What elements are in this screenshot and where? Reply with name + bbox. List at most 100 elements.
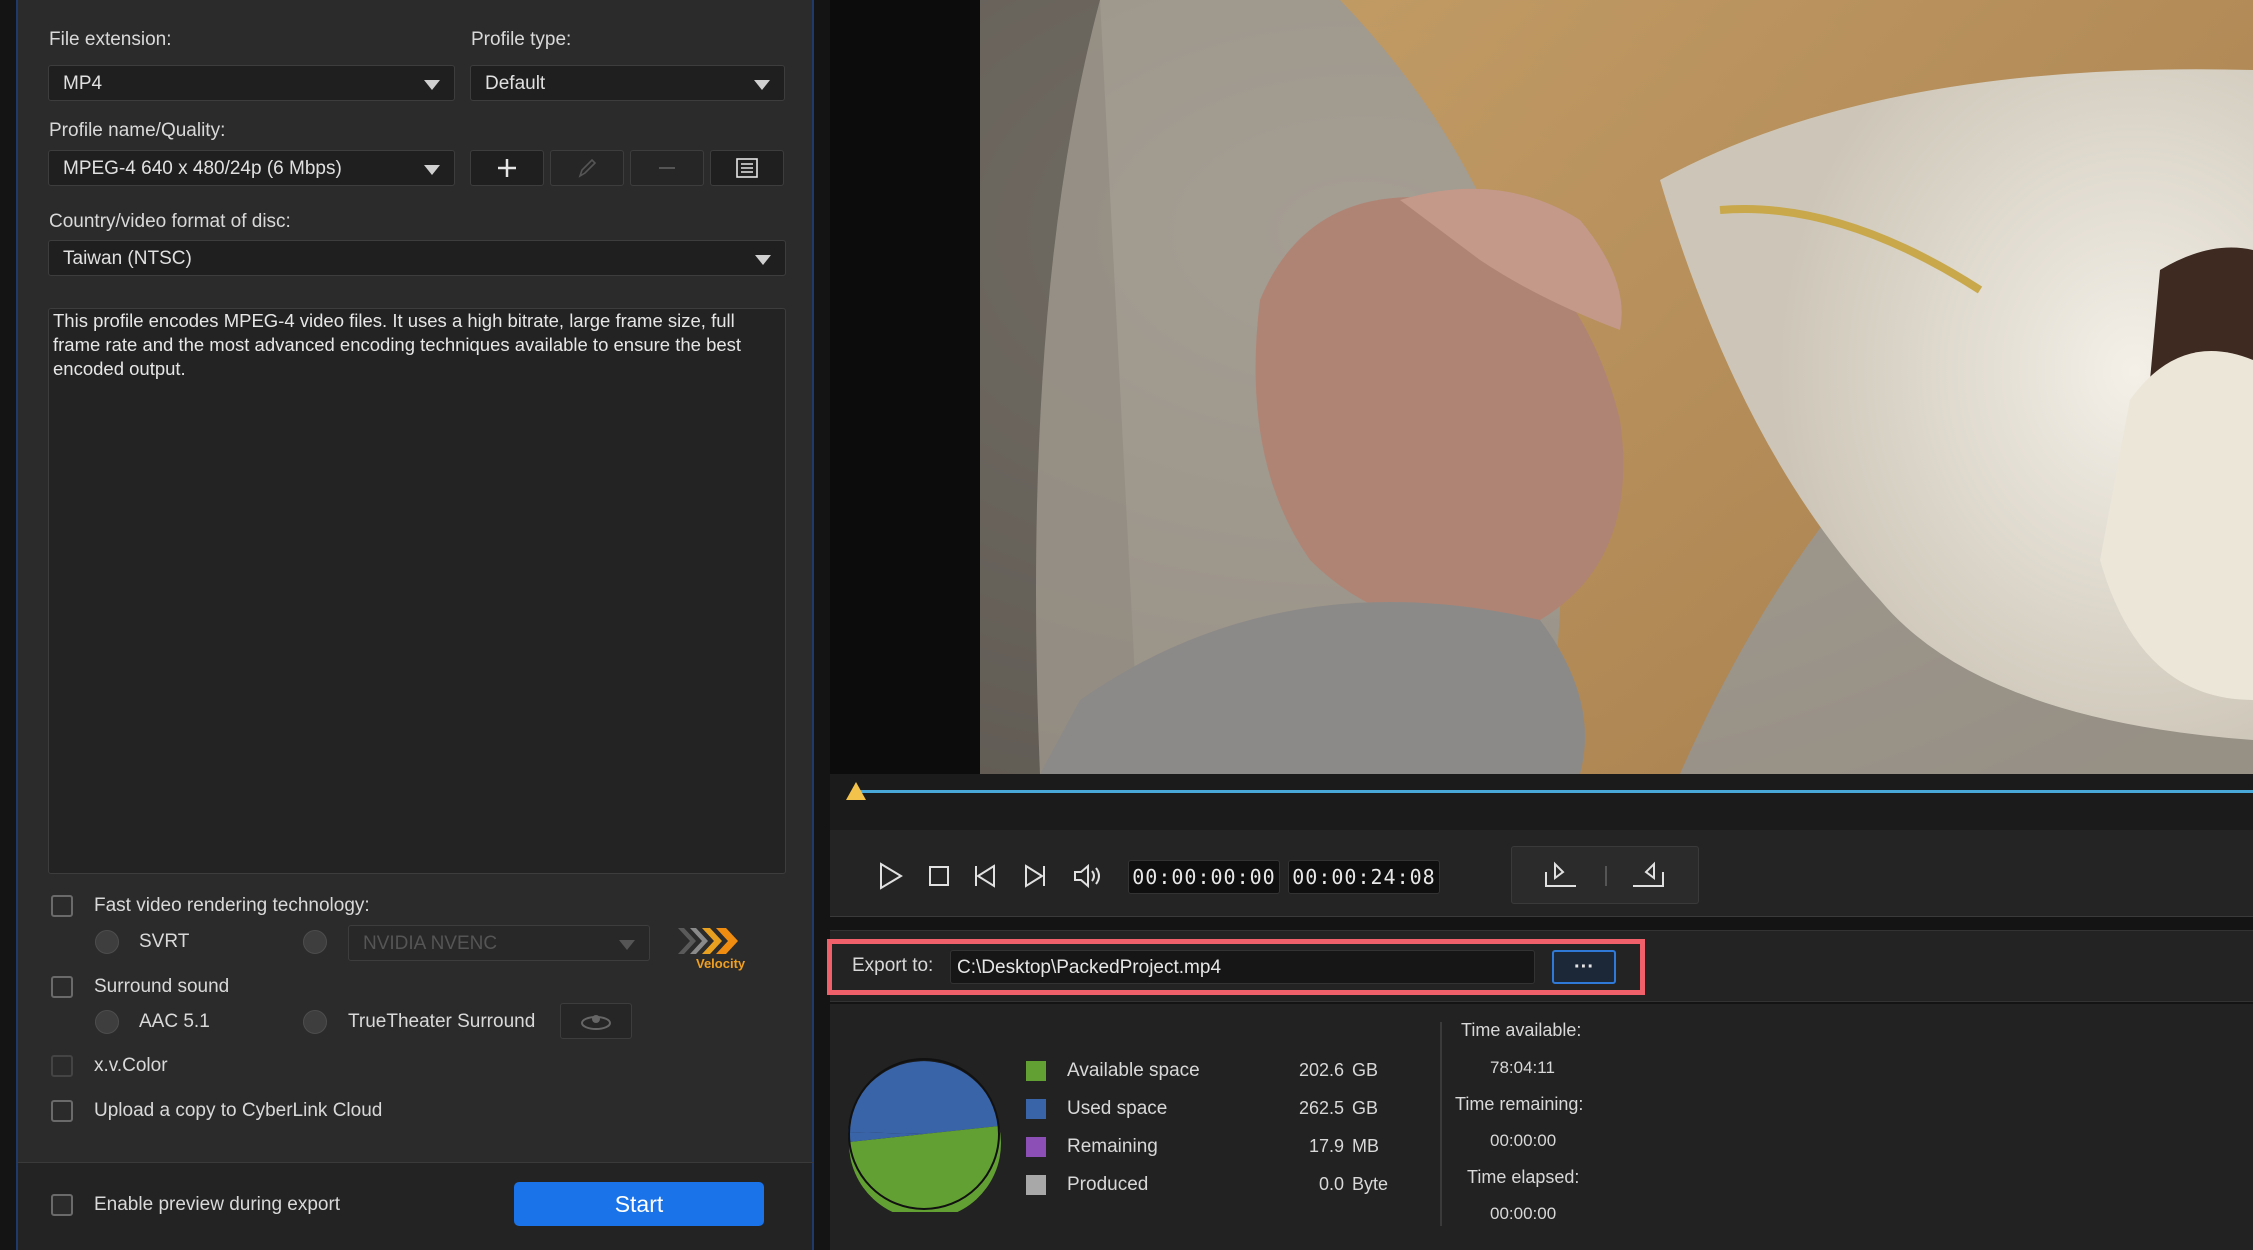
used-space-swatch bbox=[1026, 1099, 1046, 1119]
truetheater-radio[interactable] bbox=[303, 1010, 327, 1034]
profile-name-dropdown[interactable]: MPEG-4 640 x 480/24p (6 Mbps) bbox=[48, 150, 455, 186]
add-profile-button[interactable] bbox=[470, 150, 544, 186]
truetheater-label: TrueTheater Surround bbox=[348, 1011, 536, 1032]
velocity-logo: Velocity bbox=[676, 924, 756, 976]
stop-button[interactable] bbox=[928, 865, 950, 892]
preview-letterbox bbox=[830, 0, 980, 774]
disk-pie-chart bbox=[848, 1058, 1001, 1220]
pencil-icon bbox=[578, 158, 597, 178]
list-icon bbox=[736, 158, 758, 178]
aac-label: AAC 5.1 bbox=[139, 1011, 210, 1032]
play-icon bbox=[880, 862, 903, 890]
fast-rendering-label: Fast video rendering technology: bbox=[94, 895, 370, 916]
produced-unit: Byte bbox=[1352, 1174, 1389, 1194]
used-space-unit: GB bbox=[1352, 1098, 1379, 1118]
export-to-label: Export to: bbox=[852, 955, 934, 976]
start-button[interactable]: Start bbox=[514, 1182, 764, 1226]
hardware-encoder-radio[interactable] bbox=[303, 930, 327, 954]
current-timecode: 00:00:00:00 bbox=[1128, 860, 1280, 894]
upload-cloud-label: Upload a copy to CyberLink Cloud bbox=[94, 1100, 383, 1121]
profile-type-value: Default bbox=[485, 73, 546, 94]
time-elapsed-value: 00:00:00 bbox=[1490, 1204, 1557, 1223]
mark-in-button[interactable] bbox=[1543, 860, 1579, 895]
aac-radio[interactable] bbox=[95, 1010, 119, 1034]
stats-divider bbox=[1440, 1022, 1442, 1226]
enable-preview-checkbox[interactable] bbox=[51, 1194, 73, 1216]
minus-icon bbox=[659, 167, 675, 169]
enable-preview-label: Enable preview during export bbox=[94, 1194, 341, 1215]
playhead-marker[interactable] bbox=[846, 782, 866, 800]
surround-icon bbox=[581, 1015, 611, 1030]
xvcolor-checkbox[interactable] bbox=[51, 1055, 73, 1077]
file-extension-label: File extension: bbox=[49, 29, 172, 50]
profile-details-button[interactable] bbox=[710, 150, 784, 186]
used-space-value: 262.5 bbox=[1298, 1098, 1344, 1118]
produced-value: 0.0 bbox=[1318, 1174, 1344, 1194]
file-extension-value: MP4 bbox=[63, 73, 103, 94]
chevron-down-icon bbox=[619, 940, 635, 950]
video-preview bbox=[980, 0, 2253, 774]
video-frame-image bbox=[980, 0, 2253, 774]
file-extension-dropdown[interactable]: MP4 bbox=[48, 65, 455, 101]
surround-sound-label: Surround sound bbox=[94, 976, 230, 997]
mark-divider bbox=[1605, 866, 1607, 886]
previous-frame-icon bbox=[975, 864, 995, 888]
timeline-bar bbox=[830, 774, 2253, 830]
country-format-value: Taiwan (NTSC) bbox=[63, 248, 192, 269]
produced-label: Produced bbox=[1067, 1174, 1149, 1195]
stop-icon bbox=[929, 866, 949, 886]
fast-rendering-checkbox[interactable] bbox=[51, 895, 73, 917]
browse-button[interactable]: ··· bbox=[1552, 950, 1616, 984]
disk-usage-pie bbox=[846, 1056, 1002, 1220]
volume-icon bbox=[1074, 863, 1100, 889]
encoder-value: NVIDIA NVENC bbox=[363, 933, 498, 954]
available-space-unit: GB bbox=[1352, 1060, 1379, 1080]
country-format-label: Country/video format of disc: bbox=[49, 211, 291, 232]
plus-icon bbox=[498, 159, 516, 177]
country-format-dropdown[interactable]: Taiwan (NTSC) bbox=[48, 240, 786, 276]
truetheater-settings-button[interactable] bbox=[560, 1003, 632, 1039]
svrt-radio[interactable] bbox=[95, 930, 119, 954]
edit-profile-button[interactable] bbox=[550, 150, 624, 186]
available-space-swatch bbox=[1026, 1061, 1046, 1081]
mark-in-icon bbox=[1545, 861, 1576, 887]
timeline-track[interactable] bbox=[852, 790, 2253, 793]
remaining-unit: MB bbox=[1352, 1136, 1379, 1156]
export-path-value: C:\Desktop\PackedProject.mp4 bbox=[957, 957, 1222, 978]
time-available-value: 78:04:11 bbox=[1490, 1058, 1555, 1077]
profile-name-value: MPEG-4 640 x 480/24p (6 Mbps) bbox=[63, 158, 342, 179]
volume-button[interactable] bbox=[1072, 862, 1104, 895]
velocity-chevrons-icon bbox=[678, 928, 738, 954]
encoder-dropdown[interactable]: NVIDIA NVENC bbox=[348, 925, 650, 961]
produced-swatch bbox=[1026, 1175, 1046, 1195]
available-space-value: 202.6 bbox=[1298, 1060, 1344, 1080]
time-available-label: Time available: bbox=[1461, 1020, 1582, 1040]
export-path-field[interactable]: C:\Desktop\PackedProject.mp4 bbox=[950, 950, 1535, 984]
remaining-label: Remaining bbox=[1067, 1136, 1158, 1157]
upload-cloud-checkbox[interactable] bbox=[51, 1100, 73, 1122]
next-frame-button[interactable] bbox=[1020, 863, 1048, 894]
chevron-down-icon bbox=[754, 80, 770, 90]
time-remaining-value: 00:00:00 bbox=[1490, 1131, 1557, 1150]
mark-out-button[interactable] bbox=[1630, 860, 1666, 895]
chevron-down-icon bbox=[424, 165, 440, 175]
chevron-down-icon bbox=[755, 255, 771, 265]
used-space-label: Used space bbox=[1067, 1098, 1168, 1119]
previous-frame-button[interactable] bbox=[972, 863, 1000, 894]
remaining-value: 17.9 bbox=[1308, 1136, 1344, 1156]
svrt-label: SVRT bbox=[139, 931, 190, 952]
available-space-label: Available space bbox=[1067, 1060, 1200, 1081]
velocity-logo-text: Velocity bbox=[696, 956, 746, 971]
chevron-down-icon bbox=[424, 80, 440, 90]
time-elapsed-label: Time elapsed: bbox=[1467, 1167, 1580, 1187]
profile-type-dropdown[interactable]: Default bbox=[470, 65, 785, 101]
mark-out-icon bbox=[1633, 861, 1664, 887]
surround-sound-checkbox[interactable] bbox=[51, 976, 73, 998]
time-remaining-label: Time remaining: bbox=[1455, 1094, 1584, 1114]
xvcolor-label: x.v.Color bbox=[94, 1055, 168, 1076]
remove-profile-button[interactable] bbox=[630, 150, 704, 186]
profile-description: This profile encodes MPEG-4 video files.… bbox=[48, 308, 786, 874]
play-button[interactable] bbox=[878, 862, 904, 895]
duration-timecode: 00:00:24:08 bbox=[1288, 860, 1440, 894]
profile-type-label: Profile type: bbox=[471, 29, 572, 50]
